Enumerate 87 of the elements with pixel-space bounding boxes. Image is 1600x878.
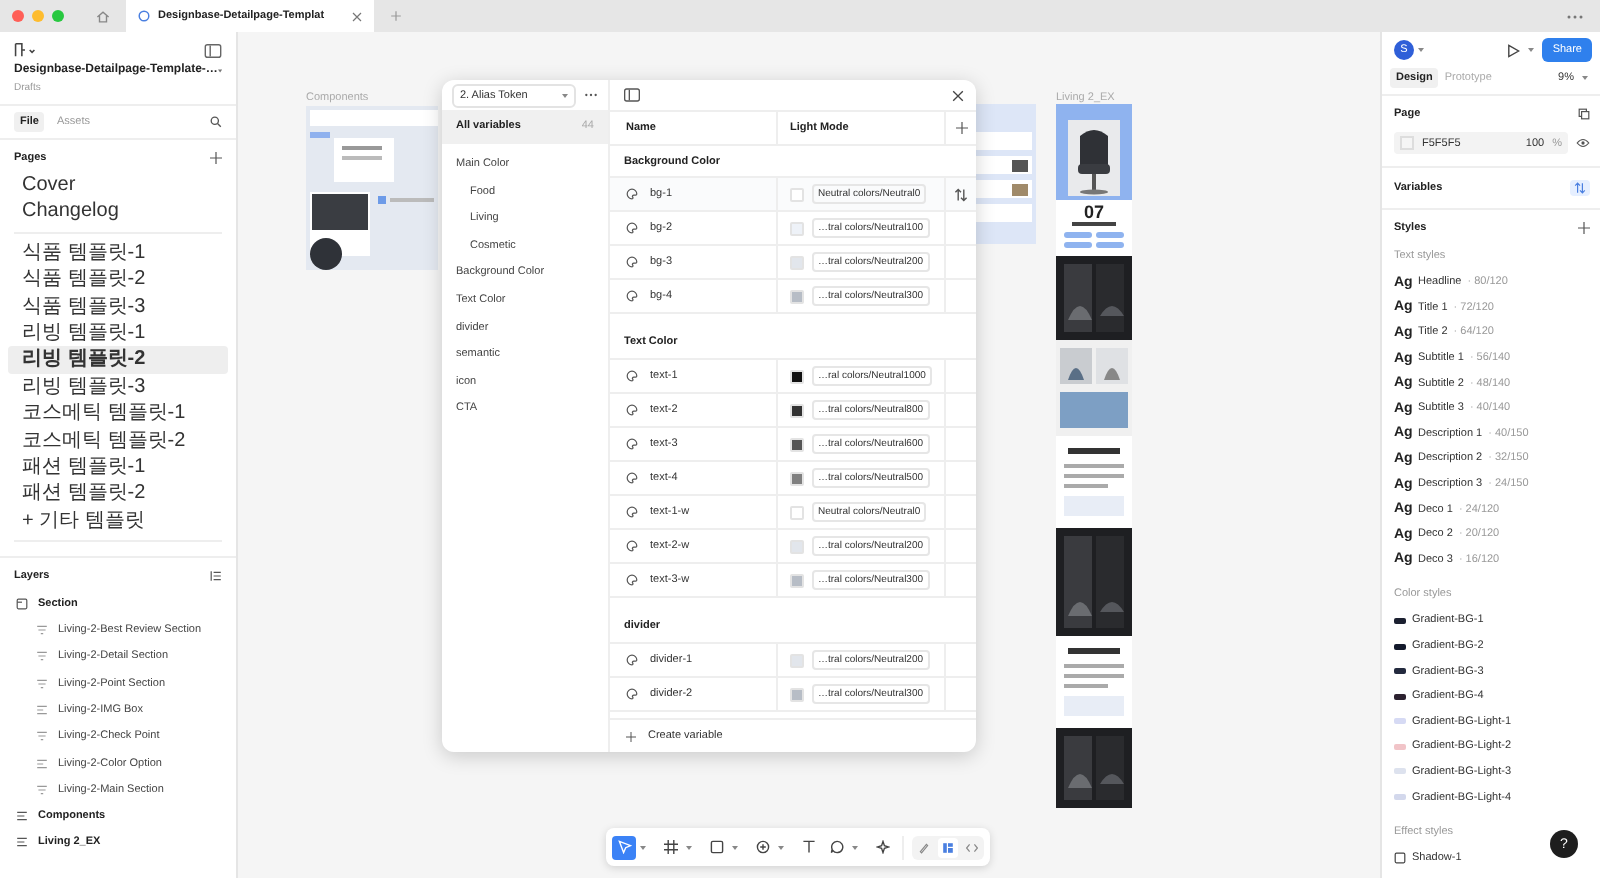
pointer-icon bbox=[617, 840, 631, 854]
page-item[interactable]: 리빙 템플릿-1 bbox=[8, 319, 228, 347]
frame-layout-icon bbox=[16, 836, 28, 849]
caret-icon[interactable] bbox=[1528, 48, 1535, 52]
color-variable-icon bbox=[626, 540, 638, 552]
page-item[interactable]: 식품 템플릿-3 bbox=[8, 293, 228, 320]
caret-icon[interactable] bbox=[732, 845, 738, 849]
caret-icon[interactable] bbox=[1418, 48, 1424, 52]
page-item[interactable]: 패션 템플릿-2 bbox=[8, 480, 228, 508]
color-variable-icon bbox=[626, 574, 638, 586]
close-window-dot[interactable] bbox=[12, 10, 24, 22]
text-lines-drawing bbox=[1056, 636, 1132, 728]
page-item[interactable]: 리빙 템플릿-2 bbox=[8, 346, 228, 374]
color-variable-icon bbox=[626, 472, 638, 484]
caret-icon bbox=[562, 93, 568, 97]
more-icon[interactable] bbox=[1566, 13, 1584, 19]
color-variable-icon bbox=[626, 370, 638, 382]
stack-layout-icon bbox=[36, 783, 48, 796]
add-icon[interactable] bbox=[210, 152, 222, 164]
sidebar-toggle-icon[interactable] bbox=[204, 43, 222, 57]
stack-layout-icon bbox=[36, 730, 48, 743]
page-item[interactable]: 코스메틱 템플릿-1 bbox=[8, 400, 228, 428]
more-icon[interactable] bbox=[584, 92, 598, 98]
caret-icon[interactable] bbox=[686, 845, 692, 849]
color-variable-icon bbox=[626, 188, 638, 200]
stack-layout-icon bbox=[36, 624, 48, 637]
sparkle-icon bbox=[875, 840, 889, 854]
text-lines-drawing bbox=[1060, 222, 1128, 250]
color-swatch bbox=[1400, 136, 1414, 150]
code-icon bbox=[966, 841, 978, 853]
section-number: 07 bbox=[1083, 202, 1104, 222]
color-variable-icon bbox=[626, 506, 638, 518]
caret-icon[interactable] bbox=[778, 845, 784, 849]
frame-icon bbox=[663, 840, 677, 854]
caret-icon[interactable] bbox=[1582, 76, 1588, 80]
color-variable-icon bbox=[626, 654, 638, 666]
page-item[interactable]: 리빙 템플릿-3 bbox=[8, 373, 228, 401]
copy-icon[interactable] bbox=[1578, 108, 1590, 120]
file-icon bbox=[138, 10, 150, 22]
add-icon[interactable] bbox=[626, 731, 636, 741]
text-lines-drawing bbox=[1056, 436, 1132, 528]
color-variable-icon bbox=[626, 222, 638, 234]
text-tool-icon bbox=[801, 840, 815, 854]
page-item[interactable]: 코스메틱 템플릿-2 bbox=[8, 427, 228, 454]
shadow-icon bbox=[1394, 852, 1406, 865]
play-icon[interactable] bbox=[1506, 43, 1521, 57]
comment-icon bbox=[829, 840, 843, 854]
close-icon[interactable] bbox=[352, 11, 362, 21]
color-variable-icon bbox=[626, 256, 638, 268]
page-item[interactable]: + 기타 템플릿 bbox=[8, 507, 228, 535]
page-item[interactable]: Changelog bbox=[8, 198, 228, 226]
minimize-window-dot[interactable] bbox=[32, 10, 44, 22]
home-icon[interactable] bbox=[96, 9, 110, 23]
page-item[interactable]: 식품 템플릿-2 bbox=[8, 266, 228, 294]
page-item[interactable]: 패션 템플릿-1 bbox=[8, 453, 228, 481]
section-icon bbox=[16, 597, 28, 610]
zoom-window-dot[interactable] bbox=[52, 10, 64, 22]
rectangle-icon bbox=[709, 840, 723, 854]
add-mode-icon[interactable] bbox=[955, 122, 967, 134]
color-variable-icon bbox=[626, 438, 638, 450]
eye-icon[interactable] bbox=[1576, 138, 1590, 148]
color-variable-icon bbox=[626, 290, 638, 302]
page-item[interactable]: 식품 템플릿-1 bbox=[8, 239, 228, 267]
frame-tool-button[interactable] bbox=[658, 835, 682, 859]
add-icon[interactable] bbox=[1578, 222, 1590, 234]
sidebar-toggle-icon[interactable] bbox=[624, 88, 640, 102]
frame-layout-icon bbox=[36, 703, 48, 716]
stack-layout-icon bbox=[36, 650, 48, 663]
sort-icon bbox=[1574, 182, 1586, 194]
frame-layout-icon bbox=[16, 810, 28, 823]
search-icon[interactable] bbox=[210, 116, 222, 128]
variables-button[interactable] bbox=[1570, 180, 1590, 196]
design-mode-button[interactable] bbox=[938, 837, 958, 857]
caret-icon[interactable] bbox=[852, 845, 858, 849]
collapse-icon[interactable] bbox=[210, 570, 222, 583]
color-variable-icon bbox=[626, 404, 638, 416]
sort-icon[interactable] bbox=[954, 187, 968, 201]
app-menu-icon[interactable] bbox=[14, 42, 36, 58]
page-item[interactable]: Cover bbox=[8, 172, 228, 199]
frame-layout-icon bbox=[36, 757, 48, 769]
layout-icon bbox=[942, 841, 954, 853]
brush-icon bbox=[918, 841, 930, 853]
caret-icon[interactable] bbox=[640, 845, 646, 849]
stack-layout-icon bbox=[36, 677, 48, 690]
close-icon[interactable] bbox=[952, 89, 964, 101]
color-variable-icon bbox=[626, 688, 638, 700]
move-tool-button[interactable] bbox=[612, 835, 636, 859]
